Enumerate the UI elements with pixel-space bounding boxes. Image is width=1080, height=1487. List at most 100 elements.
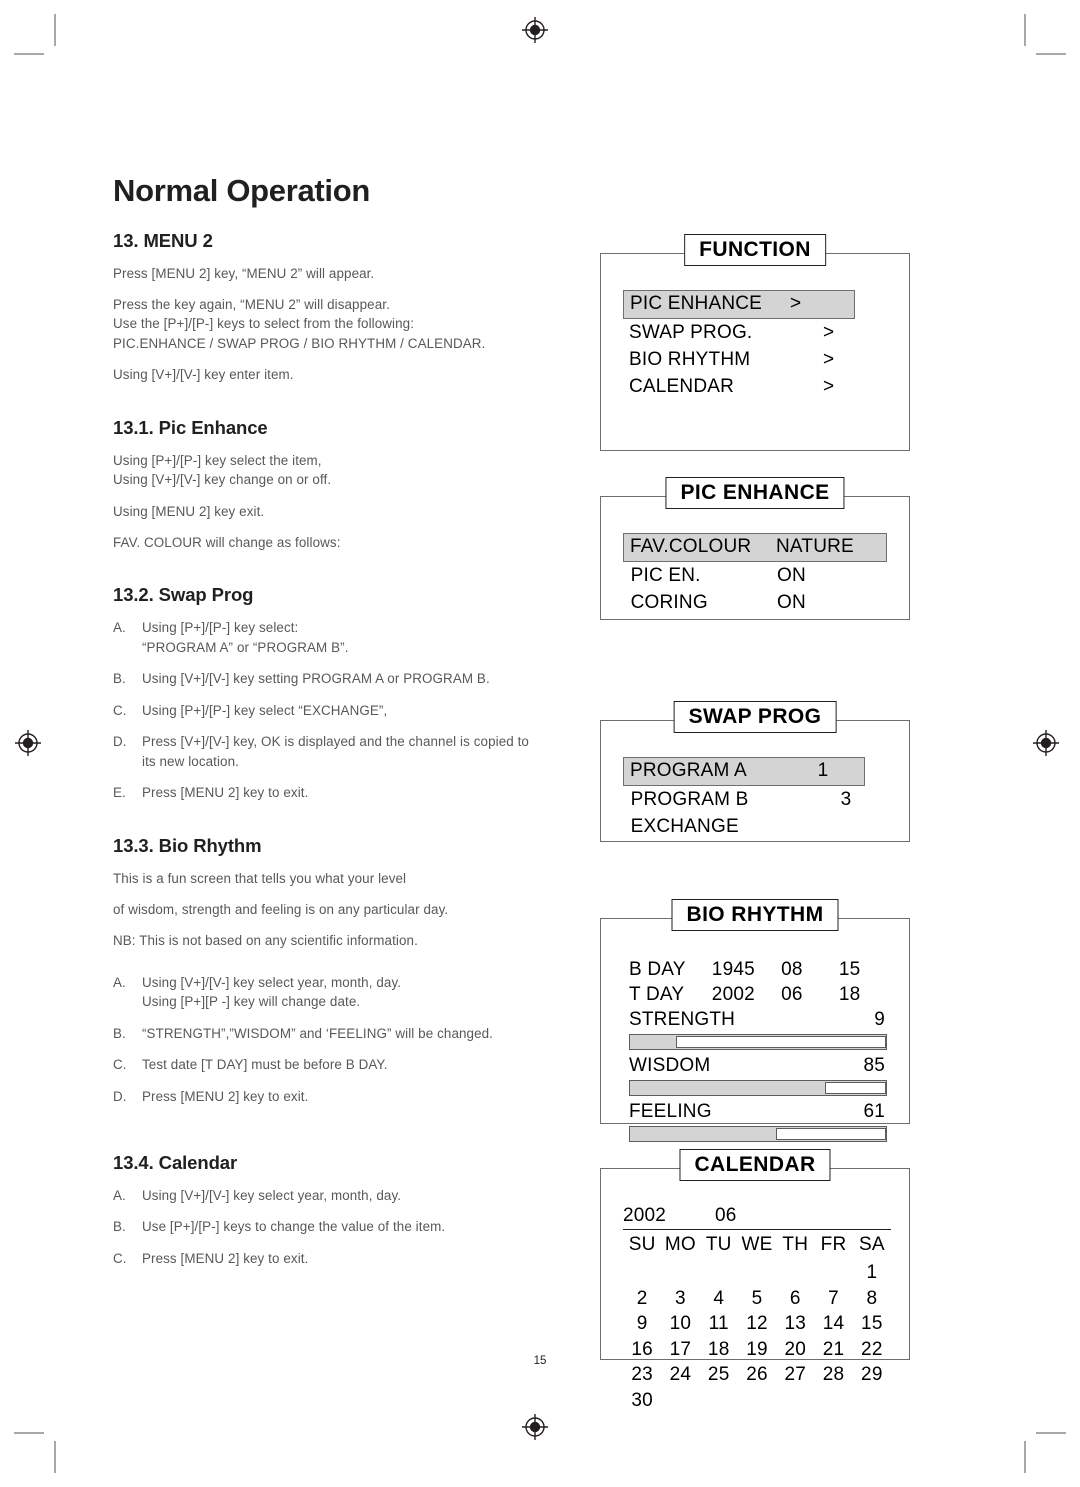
meter-bar-strength xyxy=(629,1034,887,1050)
meter-bar-feeling xyxy=(629,1126,887,1142)
menu-item-bio-rhythm[interactable]: BIO RHYTHM > xyxy=(623,346,887,373)
calendar-period-row[interactable]: 2002 06 xyxy=(623,1203,891,1230)
date-row-t-day[interactable]: T DAY 2002 06 18 xyxy=(629,982,887,1007)
calendar-day-cell[interactable]: 6 xyxy=(776,1286,814,1312)
calendar-day-cell[interactable] xyxy=(776,1388,814,1414)
paragraph: This is a fun screen that tells you what… xyxy=(113,870,407,886)
submenu-arrow-icon: > xyxy=(790,293,802,314)
dow-label: TH xyxy=(782,1234,809,1255)
list-marker: D. xyxy=(113,1088,127,1104)
calendar-day-cell[interactable]: 30 xyxy=(623,1388,661,1414)
calendar-day-cell[interactable]: 13 xyxy=(776,1311,814,1337)
date-row-b-day[interactable]: B DAY 1945 08 15 xyxy=(629,957,887,982)
page-canvas: Normal Operation 13. MENU 2 Press [MENU … xyxy=(0,0,1080,1487)
meter-header-strength: STRENGTH 9 xyxy=(629,1007,887,1032)
date-label: B DAY xyxy=(629,959,686,980)
calendar-day-cell[interactable]: 5 xyxy=(738,1286,776,1312)
calendar-day-cell[interactable]: 11 xyxy=(700,1311,738,1337)
calendar-day-cell[interactable]: 2 xyxy=(623,1286,661,1312)
calendar-day-cell[interactable] xyxy=(738,1260,776,1286)
list-text: Using [P+]/[P-] key select: “PROGRAM A” … xyxy=(142,620,349,655)
calendar-day-cell[interactable]: 9 xyxy=(623,1311,661,1337)
instruction-column: Normal Operation 13. MENU 2 Press [MENU … xyxy=(113,173,543,1280)
list-text: Using [V+]/[V-] key select year, month, … xyxy=(142,974,402,1010)
list-item: D. Press [MENU 2] key to exit. xyxy=(113,1087,543,1106)
crop-mark-top-right-vertical xyxy=(1024,14,1026,46)
calendar-day-cell[interactable]: 8 xyxy=(853,1286,891,1312)
paragraph: Press the key again, “MENU 2” will disap… xyxy=(113,296,486,351)
setting-label: PIC EN. xyxy=(630,565,701,586)
menu-item-swap-prog[interactable]: SWAP PROG. > xyxy=(623,319,887,346)
calendar-dow-header: SU MO TU WE TH FR SA xyxy=(623,1230,891,1260)
calendar-day-cell[interactable] xyxy=(661,1260,699,1286)
list-text: Use [P+]/[P-] keys to change the value o… xyxy=(142,1219,446,1235)
crop-mark-top-left-vertical xyxy=(54,14,56,46)
submenu-arrow-icon: > xyxy=(823,349,835,370)
setting-label: CORING xyxy=(630,592,708,613)
list-item: C. Using [P+]/[P-] key select “EXCHANGE”… xyxy=(113,701,543,720)
calendar-day-cell[interactable] xyxy=(738,1388,776,1414)
registration-target-bottom xyxy=(522,1414,548,1440)
meter-value: 61 xyxy=(863,1101,885,1122)
paragraph: NB: This is not based on any scientific … xyxy=(113,933,418,949)
list-marker: A. xyxy=(113,1188,126,1204)
page-number: 15 xyxy=(533,1355,547,1367)
list-item: E. Press [MENU 2] key to exit. xyxy=(113,783,543,802)
osd-panel-pic-enhance: PIC ENHANCE FAV.COLOUR NATURE PIC EN. ON… xyxy=(600,477,910,620)
page-title: Normal Operation xyxy=(113,173,371,208)
calendar-day-cell[interactable]: 10 xyxy=(661,1311,699,1337)
calendar-day-cell[interactable] xyxy=(814,1388,852,1414)
section-heading-bio-rhythm: 13.3. Bio Rhythm xyxy=(113,834,262,856)
submenu-arrow-icon: > xyxy=(823,322,835,343)
menu-item-pic-enhance[interactable]: PIC ENHANCE > xyxy=(623,290,855,319)
crop-mark-top-left-horizontal xyxy=(14,53,44,55)
list-item: A. Using [V+]/[V-] key select year, mont… xyxy=(113,973,543,1012)
calendar-week-row: 1 xyxy=(623,1260,891,1286)
meter-label: WISDOM xyxy=(629,1055,711,1076)
calendar-day-cell[interactable]: 12 xyxy=(738,1311,776,1337)
paragraph: Press [MENU 2] key, “MENU 2” will appear… xyxy=(113,265,375,281)
calendar-day-cell[interactable]: 3 xyxy=(661,1286,699,1312)
setting-row-program-a[interactable]: PROGRAM A 1 xyxy=(623,757,865,786)
menu-item-calendar[interactable]: CALENDAR > xyxy=(623,373,887,400)
crop-mark-bottom-left-horizontal xyxy=(14,1432,44,1434)
calendar-day-cell[interactable]: 14 xyxy=(814,1311,852,1337)
setting-row-exchange[interactable]: EXCHANGE xyxy=(623,813,887,840)
setting-row-coring[interactable]: CORING ON xyxy=(623,589,887,616)
calendar-day-cell[interactable] xyxy=(853,1388,891,1414)
submenu-arrow-icon: > xyxy=(823,376,835,397)
setting-row-fav-colour[interactable]: FAV.COLOUR NATURE xyxy=(623,533,887,562)
setting-value: 3 xyxy=(840,789,852,810)
list-text: Using [V+]/[V-] key setting PROGRAM A or… xyxy=(142,671,490,687)
calendar-day-cell[interactable] xyxy=(661,1388,699,1414)
calendar-day-cell[interactable]: 15 xyxy=(853,1311,891,1337)
dow-label: TU xyxy=(705,1234,732,1255)
menu-item-label: BIO RHYTHM xyxy=(629,349,751,370)
list-marker: A. xyxy=(113,620,126,636)
menu-item-label: SWAP PROG. xyxy=(629,322,753,343)
setting-row-program-b[interactable]: PROGRAM B 3 xyxy=(623,786,887,813)
setting-row-pic-en[interactable]: PIC EN. ON xyxy=(623,562,887,589)
calendar-week-row: 9 10 11 12 13 14 15 xyxy=(623,1311,891,1337)
calendar-day-cell[interactable] xyxy=(776,1260,814,1286)
calendar-day-cell[interactable] xyxy=(700,1260,738,1286)
calendar-day-cell[interactable]: 4 xyxy=(700,1286,738,1312)
calendar-day-cell[interactable] xyxy=(700,1388,738,1414)
list-marker: C. xyxy=(113,1057,127,1073)
date-year: 1945 xyxy=(711,959,755,980)
list-item: C. Test date [T DAY] must be before B DA… xyxy=(113,1055,543,1074)
calendar-day-cell[interactable] xyxy=(814,1260,852,1286)
paragraph: of wisdom, strength and feeling is on an… xyxy=(113,901,449,917)
date-day: 15 xyxy=(838,959,861,980)
calendar-day-cell[interactable]: 1 xyxy=(853,1260,891,1286)
list-item: A. Using [P+]/[P-] key select: “PROGRAM … xyxy=(113,618,543,657)
setting-value: ON xyxy=(777,565,806,586)
calendar-day-cell[interactable]: 7 xyxy=(814,1286,852,1312)
meter-value: 9 xyxy=(874,1009,885,1030)
osd-panel-swap-prog: SWAP PROG PROGRAM A 1 PROGRAM B 3 EXCHAN… xyxy=(600,701,910,842)
list-item: B. Use [P+]/[P-] keys to change the valu… xyxy=(113,1217,543,1236)
calendar-week-row: 30 xyxy=(623,1388,891,1414)
date-month: 08 xyxy=(781,959,803,980)
osd-panel-calendar: CALENDAR 2002 06 SU MO TU WE TH FR SA 1 … xyxy=(600,1149,910,1411)
calendar-day-cell[interactable] xyxy=(623,1260,661,1286)
